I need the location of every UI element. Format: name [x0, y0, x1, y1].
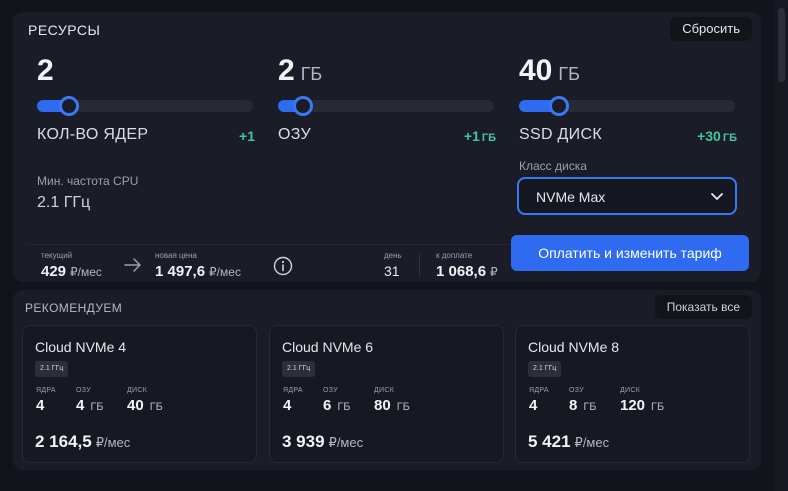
- new-price-label: новая цена: [155, 251, 197, 260]
- days-label: день: [384, 251, 402, 260]
- chevron-down-icon: [711, 193, 723, 200]
- ram-slider-handle[interactable]: [293, 96, 314, 116]
- arrow-right-icon: [124, 258, 141, 272]
- plan-disk: ДИСК 80 ГБ: [374, 387, 410, 414]
- plan-name: Cloud NVMe 4: [35, 339, 127, 355]
- resources-title: РЕСУРСЫ: [28, 22, 101, 38]
- reset-button[interactable]: Сбросить: [670, 17, 752, 41]
- summary-divider: [419, 253, 420, 277]
- ram-control: 2 ГБ ОЗУ +1 ГБ: [278, 54, 496, 154]
- disk-class-value: NVMe Max: [536, 189, 606, 205]
- plan-ram: ОЗУ 8 ГБ: [569, 387, 597, 414]
- current-price: 429 ₽/мес: [41, 263, 102, 280]
- cores-label: КОЛ-ВО ЯДЕР: [37, 126, 149, 143]
- topay-label: к доплате: [436, 251, 473, 260]
- disk-class-select[interactable]: NVMe Max: [517, 177, 737, 215]
- ram-value: 2: [278, 54, 295, 87]
- ssd-slider[interactable]: [519, 96, 735, 116]
- ram-unit: ГБ: [300, 64, 323, 84]
- ram-slider[interactable]: [278, 96, 494, 116]
- cores-slider[interactable]: [37, 96, 253, 116]
- cores-slider-handle[interactable]: [58, 96, 79, 116]
- new-price: 1 497,6 ₽/мес: [155, 263, 241, 280]
- price-summary: текущий 429 ₽/мес новая цена 1 497,6 ₽/мес…: [26, 244, 512, 286]
- pay-and-change-plan-button[interactable]: Оплатить и изменить тариф: [511, 235, 749, 271]
- plan-card-nvme-4[interactable]: Cloud NVMe 4 2.1 ГГц ЯДРА 4 ОЗУ 4 ГБ ДИСК 40…: [22, 325, 257, 463]
- plan-price: 3 939 ₽/мес: [282, 432, 364, 451]
- disk-class-label: Класс диска: [519, 159, 587, 173]
- current-price-label: текущий: [41, 251, 73, 260]
- page-scrollbar[interactable]: [774, 0, 788, 491]
- cores-control: 2 КОЛ-ВО ЯДЕР +1: [37, 54, 255, 154]
- cpu-freq-label: Мин. частота CPU: [37, 174, 139, 188]
- recommend-panel: РЕКОМЕНДУЕМ Показать все Cloud NVMe 4 2.…: [13, 290, 761, 470]
- plan-name: Cloud NVMe 8: [528, 339, 620, 355]
- ram-delta: +1 ГБ: [463, 128, 496, 144]
- cores-delta: +1: [239, 128, 255, 144]
- cpu-freq-value: 2.1 ГГц: [37, 194, 91, 211]
- plan-disk: ДИСК 120 ГБ: [620, 387, 665, 414]
- plan-card-nvme-6[interactable]: Cloud NVMe 6 2.1 ГГц ЯДРА 4 ОЗУ 6 ГБ ДИСК 80…: [269, 325, 504, 463]
- cores-value: 2: [37, 54, 54, 87]
- plan-price: 5 421 ₽/мес: [528, 432, 610, 451]
- recommend-title: РЕКОМЕНДУЕМ: [25, 301, 123, 315]
- plan-price: 2 164,5 ₽/мес: [35, 432, 131, 451]
- ssd-unit: ГБ: [558, 64, 580, 84]
- ssd-label: SSD ДИСК: [519, 126, 602, 143]
- plan-cores: ЯДРА 4: [283, 387, 303, 414]
- info-icon[interactable]: [273, 256, 293, 276]
- plan-ram: ОЗУ 6 ГБ: [323, 387, 351, 414]
- cpu-freq-badge: 2.1 ГГц: [35, 361, 69, 377]
- ssd-slider-handle[interactable]: [549, 96, 570, 116]
- plan-ram: ОЗУ 4 ГБ: [76, 387, 104, 414]
- page-scrollbar-thumb[interactable]: [778, 8, 785, 82]
- ram-label: ОЗУ: [278, 126, 311, 143]
- ssd-delta: +30 ГБ: [697, 128, 737, 144]
- plan-disk: ДИСК 40 ГБ: [127, 387, 163, 414]
- plan-cores: ЯДРА 4: [36, 387, 56, 414]
- cpu-freq-badge: 2.1 ГГц: [282, 361, 316, 377]
- resources-panel: РЕСУРСЫ Сбросить 2 КОЛ-ВО ЯДЕР +1 2 ГБ ОЗ…: [13, 12, 761, 282]
- topay-value: 1 068,6 ₽: [436, 263, 498, 280]
- plan-cores: ЯДРА 4: [529, 387, 549, 414]
- plan-name: Cloud NVMe 6: [282, 339, 374, 355]
- days-value: 31: [384, 263, 400, 279]
- show-all-button[interactable]: Показать все: [654, 295, 752, 319]
- ssd-value: 40: [519, 54, 553, 87]
- ssd-control: 40 ГБ SSD ДИСК +30 ГБ: [519, 54, 737, 154]
- cpu-freq-badge: 2.1 ГГц: [528, 361, 562, 377]
- plan-card-nvme-8[interactable]: Cloud NVMe 8 2.1 ГГц ЯДРА 4 ОЗУ 8 ГБ ДИСК 12…: [515, 325, 750, 463]
